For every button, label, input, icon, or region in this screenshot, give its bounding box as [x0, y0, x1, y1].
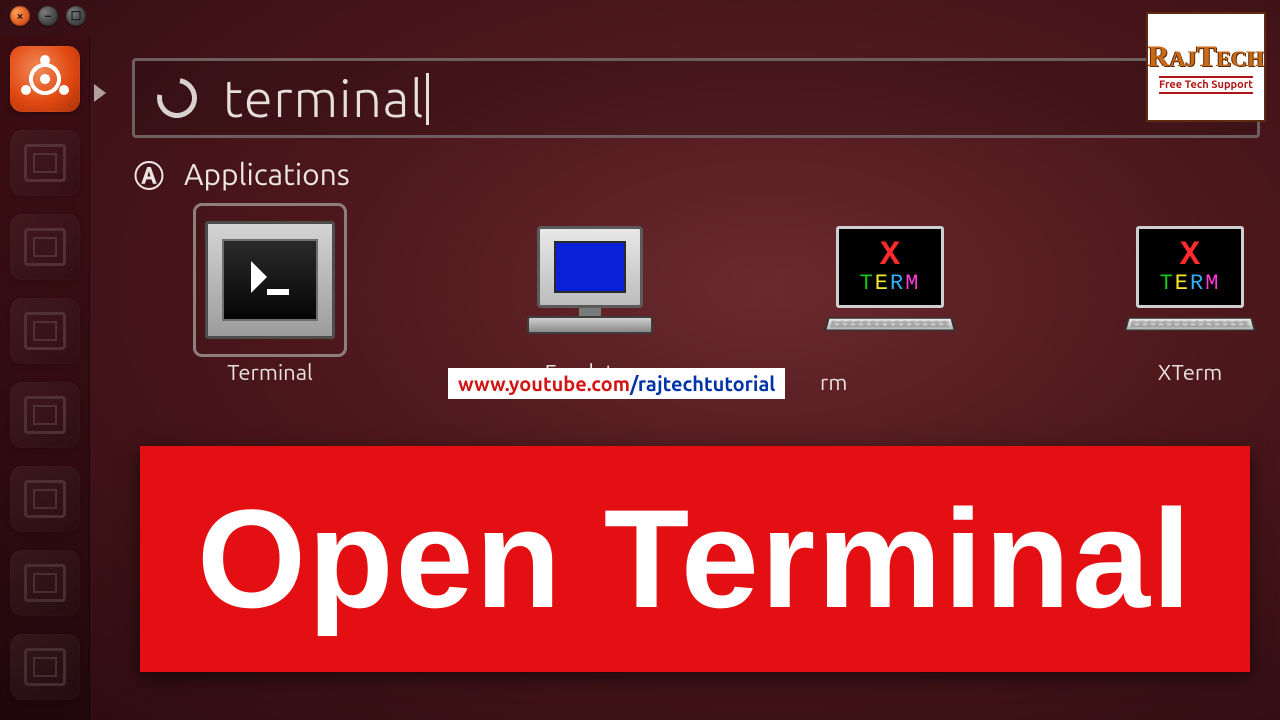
launcher-item[interactable]: [10, 130, 80, 196]
window-minimize-button[interactable]: –: [38, 6, 58, 26]
window-close-button[interactable]: ×: [10, 6, 30, 26]
window-controls: × – ☐: [10, 6, 86, 26]
launcher-item[interactable]: [10, 382, 80, 448]
dash-search-field[interactable]: terminal: [132, 58, 1260, 138]
channel-logo: RAJTECH Free Tech Support: [1146, 12, 1266, 122]
search-spinner-icon: [149, 70, 205, 126]
app-label: XTerm: [1080, 360, 1280, 385]
app-label: Terminal: [160, 360, 380, 385]
app-result-terminal-emulator[interactable]: Emulator: [500, 210, 680, 385]
app-result-xterm[interactable]: X TERM XTerm: [1100, 210, 1280, 385]
unity-launcher: [0, 36, 90, 720]
terminal-emulator-app-icon: [527, 226, 653, 334]
ubuntu-logo-icon: [23, 57, 67, 101]
launcher-item[interactable]: [10, 550, 80, 616]
watermark-url: www.youtube.com/rajtechtutorial: [448, 368, 785, 399]
uxterm-app-icon: X TERM: [826, 226, 954, 334]
search-query-text: terminal: [223, 69, 429, 127]
launcher-item[interactable]: [10, 214, 80, 280]
results-section-header: Ⓐ Applications: [134, 152, 350, 196]
window-maximize-button[interactable]: ☐: [66, 6, 86, 26]
section-title: Applications: [184, 157, 350, 191]
launcher-item[interactable]: [10, 466, 80, 532]
xterm-app-icon: X TERM: [1126, 226, 1254, 334]
title-banner: Open Terminal: [140, 446, 1250, 672]
dash-home-button[interactable]: [10, 46, 80, 112]
terminal-app-icon: [205, 221, 335, 339]
launcher-item[interactable]: [10, 634, 80, 700]
active-app-indicator-icon: [94, 84, 106, 102]
launcher-item[interactable]: [10, 298, 80, 364]
app-result-uxterm[interactable]: X TERM: [820, 210, 960, 350]
banner-text: Open Terminal: [197, 478, 1193, 640]
applications-category-icon: Ⓐ: [134, 152, 166, 196]
app-result-terminal[interactable]: Terminal: [180, 210, 360, 385]
app-label-partial: rm: [820, 370, 847, 395]
